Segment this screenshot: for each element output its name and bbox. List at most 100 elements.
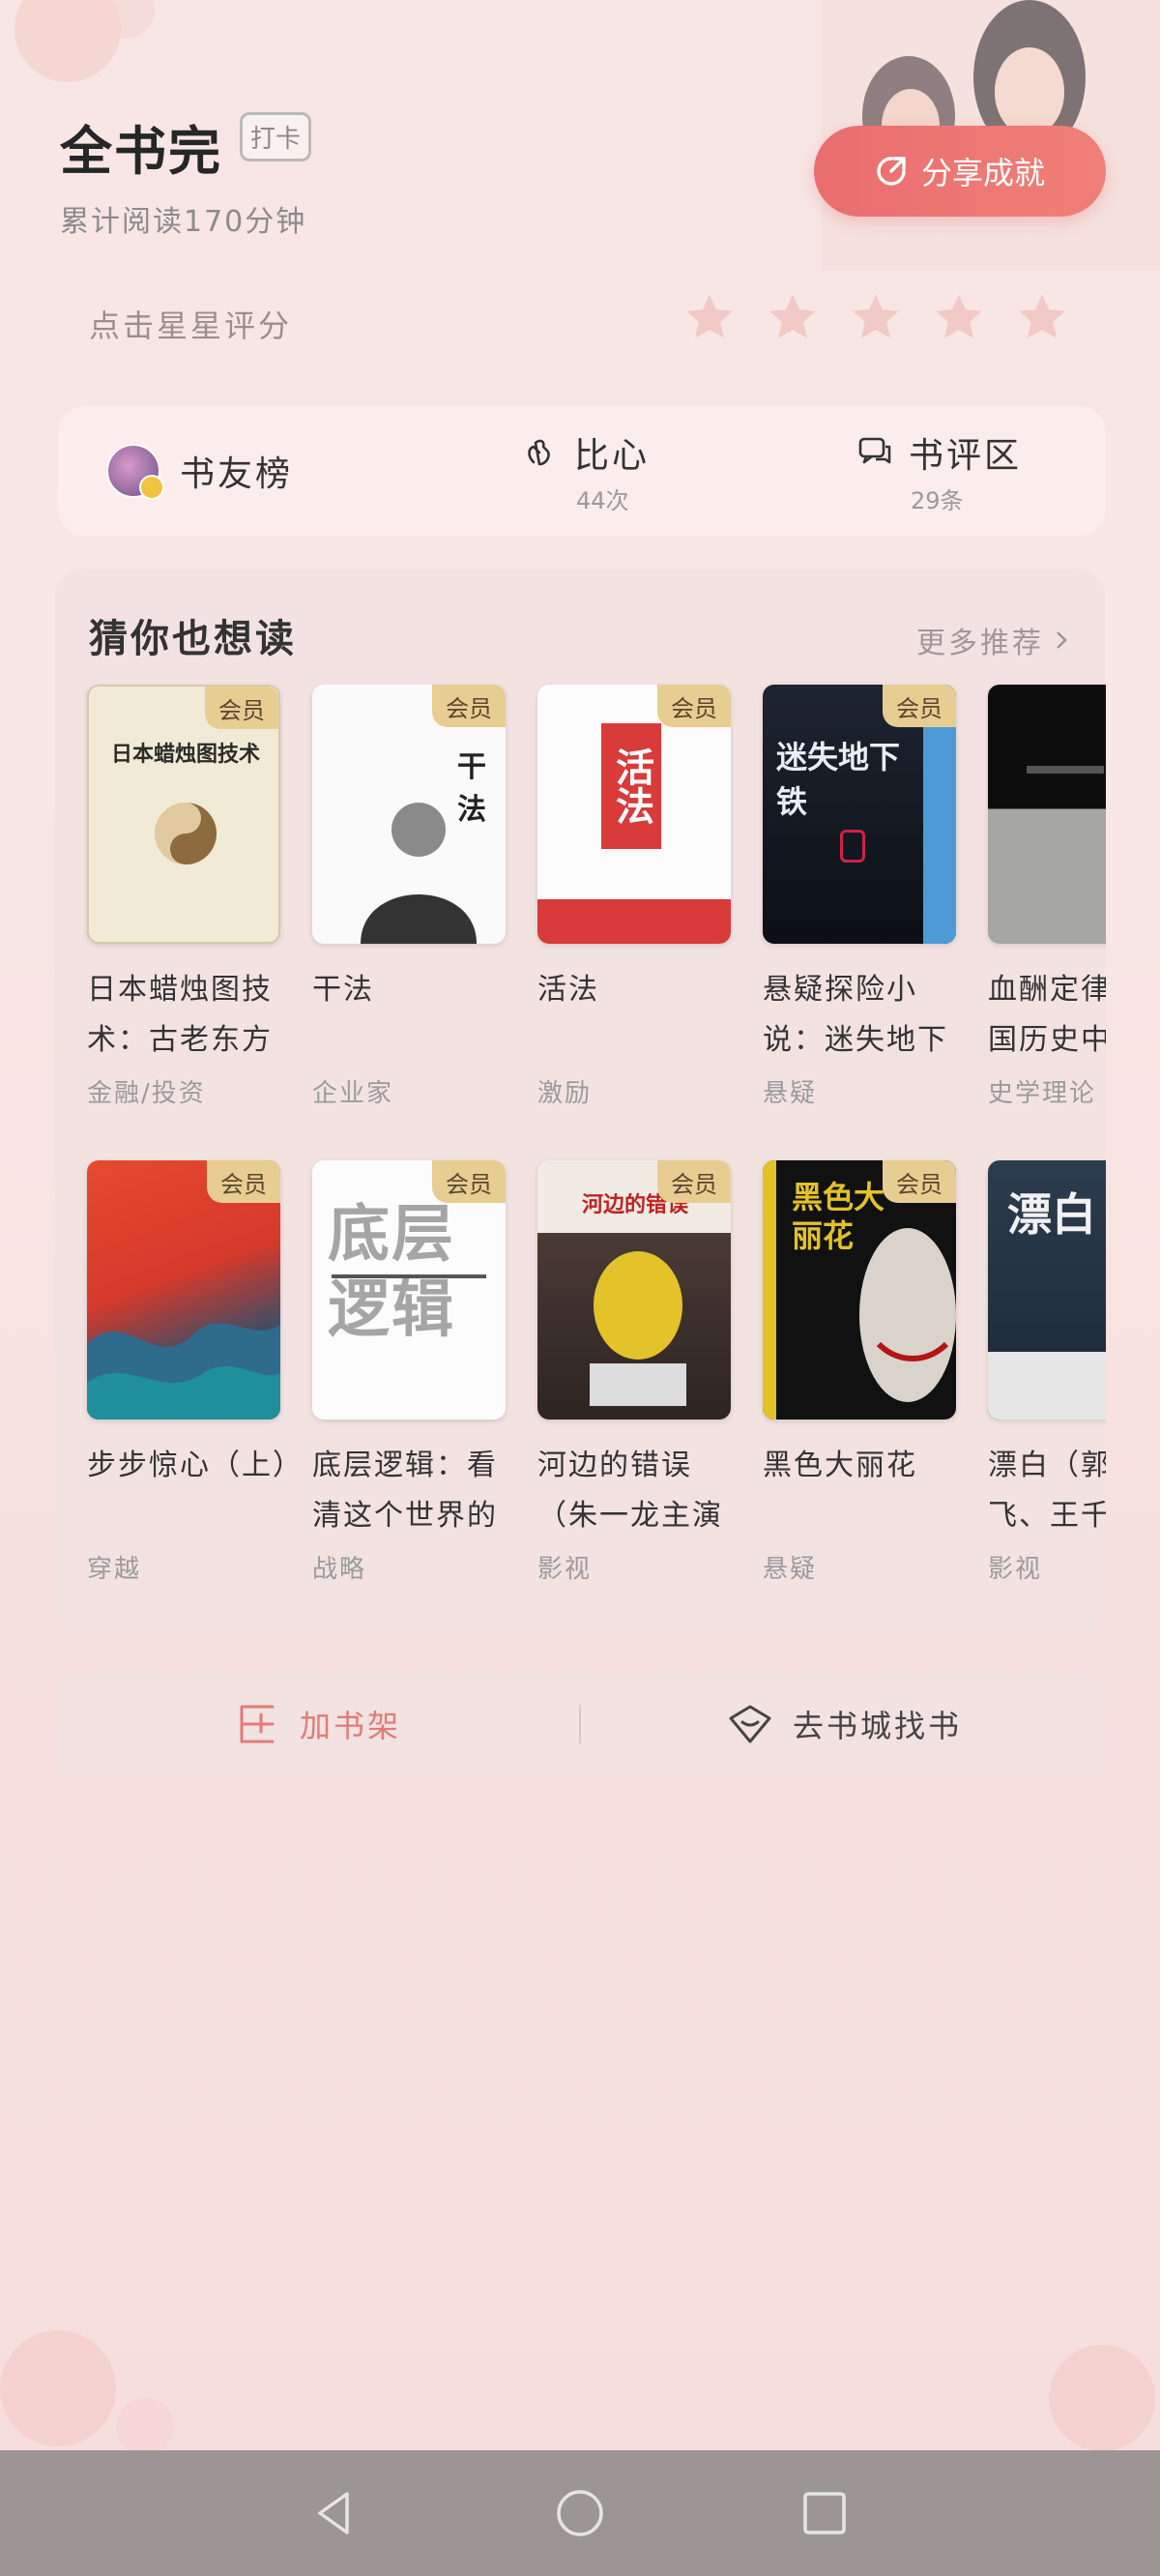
- book-category: 企业家: [312, 1079, 394, 1108]
- book-title: 悬疑探险小说：迷失地下: [763, 973, 948, 1057]
- add-to-shelf-label: 加书架: [299, 1708, 401, 1744]
- bottom-action-bar: 加书架 去书城找书: [54, 1671, 1106, 1777]
- book-cover: 迷失地下铁 会员: [763, 685, 956, 944]
- book-title: 血酬定律：中国历史中: [988, 973, 1106, 1057]
- book-title: 活法: [537, 973, 599, 1007]
- more-recommend-label: 更多推荐: [916, 627, 1044, 660]
- recents-icon[interactable]: [798, 2486, 852, 2540]
- petal-decoration-bottom-left: [0, 2330, 174, 2456]
- book-cover: 日本蜡烛图技术 会员: [87, 685, 280, 944]
- system-navigation-bar: [0, 2450, 1160, 2576]
- back-icon[interactable]: [308, 2486, 362, 2540]
- book-cover: 活法 会员: [537, 685, 731, 944]
- chevron-right-icon: [1057, 631, 1067, 649]
- petal-decoration-top-left: [14, 0, 155, 82]
- book-category: 穿越: [87, 1555, 142, 1584]
- home-icon[interactable]: [553, 2486, 607, 2540]
- heart-button[interactable]: 比心 44次: [522, 406, 650, 536]
- book-item[interactable]: 日本蜡烛图技术 会员 日本蜡烛图技术：古老东方 金融/投资: [87, 685, 280, 1109]
- vip-badge: 会员: [432, 685, 506, 727]
- book-cover: 底层逻辑 会员: [312, 1160, 506, 1420]
- avatar-badge: [139, 475, 164, 500]
- cover-title: 活法: [601, 723, 661, 849]
- more-recommend-link[interactable]: 更多推荐: [916, 619, 1069, 661]
- book-category: 激励: [537, 1079, 593, 1108]
- book-category: 影视: [537, 1555, 593, 1584]
- star-icon[interactable]: [766, 290, 820, 344]
- stats-bar: 书友榜 比心 44次 书评区 29条: [58, 406, 1106, 536]
- cover-title: 迷失地下铁: [776, 739, 901, 820]
- share-icon: [877, 157, 906, 186]
- face-art: [859, 1228, 956, 1402]
- checkin-badge[interactable]: 打卡: [240, 112, 312, 161]
- book-title: 步步惊心（上）: [87, 1449, 290, 1482]
- vip-badge: 会员: [657, 685, 731, 727]
- review-button[interactable]: 书评区 29条: [856, 406, 1022, 536]
- book-category: 悬疑: [763, 1079, 818, 1108]
- go-bookstore-button[interactable]: 去书城找书: [581, 1699, 1106, 1749]
- read-time: 累计阅读170分钟: [60, 205, 307, 239]
- book-title: 底层逻辑：看清这个世界的: [312, 1449, 498, 1533]
- vip-badge: 会员: [207, 1160, 280, 1203]
- star-rating[interactable]: [682, 290, 1069, 344]
- book-category: 史学理论: [988, 1079, 1097, 1108]
- book-cover: 黑色大丽花 会员: [763, 1160, 956, 1420]
- wave-pattern: [87, 1323, 280, 1420]
- comment-icon: [858, 437, 891, 463]
- book-item[interactable]: 迷失地下铁 会员 悬疑探险小说：迷失地下 悬疑: [763, 685, 956, 1109]
- book-cover: 河边的错误 会员: [537, 1160, 731, 1420]
- book-title: 河边的错误（朱一龙主演: [537, 1449, 723, 1533]
- book-item[interactable]: 黑色大丽花 会员 黑色大丽花 悬疑: [763, 1160, 956, 1585]
- book-title: 日本蜡烛图技术：古老东方: [87, 973, 273, 1057]
- book-item[interactable]: 漂白 漂白（郭京飞、王千 影视: [988, 1160, 1106, 1585]
- add-to-shelf-button[interactable]: 加书架: [54, 1699, 579, 1749]
- petal-decoration-bottom-right: [1049, 2345, 1155, 2451]
- book-item[interactable]: 底层逻辑 会员 底层逻辑：看清这个世界的 战略: [312, 1160, 506, 1585]
- book-category: 金融/投资: [87, 1079, 206, 1108]
- cover-title: 底层逻辑: [328, 1198, 455, 1346]
- vip-badge: 会员: [657, 1160, 731, 1203]
- star-icon[interactable]: [1015, 290, 1069, 344]
- cover-title: 日本蜡烛图技术: [110, 742, 260, 767]
- book-cover: [988, 685, 1106, 944]
- book-item[interactable]: 河边的错误 会员 河边的错误（朱一龙主演 影视: [537, 1160, 731, 1585]
- book-item[interactable]: 活法 会员 活法 激励: [537, 685, 731, 1109]
- author-portrait: [361, 803, 477, 944]
- book-item[interactable]: 干法 会员 干法 企业家: [312, 685, 506, 1109]
- share-achievement-button[interactable]: 分享成就: [814, 126, 1106, 217]
- yin-yang-icon: [155, 803, 217, 864]
- recommend-card: 猜你也想读 更多推荐 日本蜡烛图技术 会员 日本蜡烛图技术：古老东方 金融/投资…: [54, 569, 1106, 1636]
- go-bookstore-label: 去书城找书: [792, 1708, 962, 1744]
- book-cover: 会员: [87, 1160, 280, 1420]
- review-label: 书评区: [909, 435, 1023, 476]
- vip-badge: 会员: [432, 1160, 506, 1203]
- vip-badge: 会员: [883, 1160, 956, 1203]
- book-category: 影视: [988, 1555, 1043, 1584]
- book-item[interactable]: 血酬定律：中国历史中 史学理论: [988, 685, 1106, 1109]
- page-title: 全书完: [60, 121, 222, 182]
- fans-ranking-button[interactable]: 书友榜: [106, 406, 293, 536]
- book-cover: 干法 会员: [312, 685, 506, 944]
- bookshelf-icon: [240, 1705, 275, 1743]
- vip-badge: 会员: [883, 685, 956, 727]
- book-title: 干法: [312, 973, 374, 1007]
- book-cover: 漂白: [988, 1160, 1106, 1420]
- avatar: [106, 444, 164, 500]
- fans-label: 书友榜: [180, 454, 294, 494]
- star-icon[interactable]: [849, 290, 903, 344]
- title-row: 全书完 打卡: [60, 108, 312, 185]
- share-label: 分享成就: [920, 155, 1045, 191]
- star-icon[interactable]: [682, 290, 737, 344]
- bookstore-icon: [729, 1705, 771, 1743]
- book-title: 漂白（郭京飞、王千: [988, 1449, 1106, 1533]
- star-icon[interactable]: [932, 290, 986, 344]
- rating-hint: 点击星星评分: [89, 307, 293, 344]
- heart-count: 44次: [576, 486, 629, 514]
- book-category: 战略: [312, 1555, 367, 1584]
- book-category: 悬疑: [763, 1555, 818, 1584]
- heart-label: 比心: [574, 435, 651, 476]
- cover-title: 漂白: [1007, 1188, 1096, 1241]
- book-item[interactable]: 会员 步步惊心（上） 穿越: [87, 1160, 290, 1585]
- recommend-title: 猜你也想读: [89, 617, 297, 661]
- yellow-figure-art: [590, 1251, 686, 1406]
